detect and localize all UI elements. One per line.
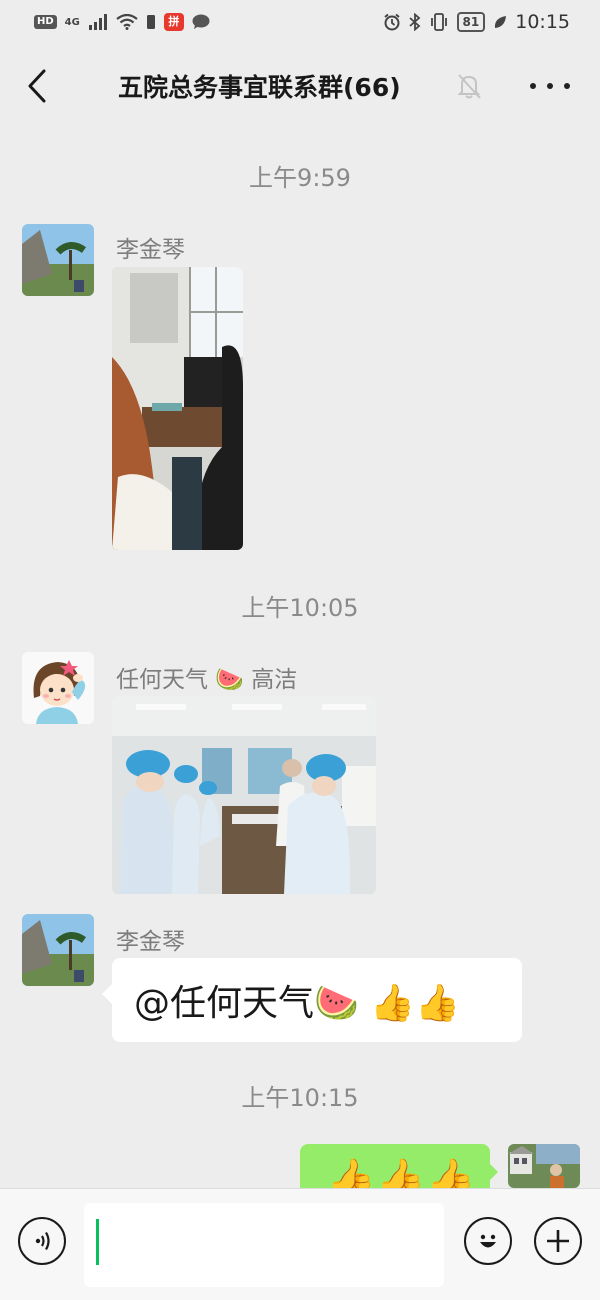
avatar[interactable] bbox=[22, 914, 94, 986]
landscape-avatar-image bbox=[22, 224, 94, 296]
voice-icon bbox=[35, 1231, 50, 1251]
cartoon-girl-avatar-image bbox=[22, 652, 94, 724]
chat-header: 五院总务事宜联系群(66) bbox=[0, 44, 600, 128]
wifi-icon bbox=[116, 14, 138, 30]
office-photo-image bbox=[112, 267, 243, 550]
sender-name: 李金琴 bbox=[116, 237, 185, 263]
more-dot bbox=[564, 83, 570, 89]
vibrate-icon bbox=[430, 13, 447, 31]
timestamp: 上午9:59 bbox=[249, 164, 351, 192]
smiley-icon bbox=[480, 1234, 496, 1248]
voice-button[interactable] bbox=[18, 1217, 66, 1265]
landscape-avatar-image bbox=[22, 914, 94, 986]
input-bar bbox=[0, 1188, 600, 1300]
network-label: 4G bbox=[64, 16, 80, 28]
more-dot bbox=[547, 83, 553, 89]
self-avatar[interactable] bbox=[508, 1144, 580, 1188]
self-avatar-image bbox=[508, 1144, 580, 1188]
alarm-icon bbox=[383, 13, 400, 31]
timestamp: 上午10:05 bbox=[241, 594, 359, 622]
bell-off-icon bbox=[457, 74, 481, 99]
status-left: HD 4G 拼 bbox=[34, 13, 210, 31]
status-right: 81 10:15 bbox=[383, 11, 570, 33]
image-message[interactable] bbox=[112, 696, 376, 894]
bluetooth-icon bbox=[408, 13, 420, 31]
timestamp: 上午10:15 bbox=[241, 1084, 359, 1112]
avatar[interactable] bbox=[22, 652, 94, 724]
meeting-photo-image bbox=[112, 696, 376, 894]
plus-icon bbox=[547, 1230, 569, 1252]
leaf-icon bbox=[495, 16, 507, 28]
message-text: @任何天气🍉 👍👍 bbox=[134, 983, 460, 1024]
back-button[interactable] bbox=[20, 66, 54, 106]
app-notification-icon: 拼 bbox=[163, 13, 184, 31]
avatar[interactable] bbox=[22, 224, 94, 296]
chat-title: 五院总务事宜联系群(66) bbox=[118, 73, 401, 102]
text-message-bubble[interactable]: @任何天气🍉 👍👍 bbox=[102, 958, 522, 1042]
sender-name: 李金琴 bbox=[116, 929, 185, 955]
plus-button[interactable] bbox=[534, 1217, 582, 1265]
chat-notification-icon bbox=[192, 14, 210, 29]
more-dot bbox=[530, 83, 536, 89]
emoji-button[interactable] bbox=[464, 1217, 512, 1265]
battery-indicator: 81 bbox=[456, 12, 486, 32]
bubble-tail bbox=[488, 1162, 498, 1182]
sim-icon bbox=[146, 15, 155, 29]
image-message[interactable] bbox=[112, 267, 243, 550]
sender-name: 任何天气 🍉 高洁 bbox=[116, 667, 298, 693]
status-bar: HD 4G 拼 81 10:15 bbox=[0, 0, 600, 44]
more-button[interactable] bbox=[530, 72, 570, 100]
clock: 10:15 bbox=[515, 11, 570, 33]
signal-icon bbox=[88, 14, 107, 30]
hd-badge: HD bbox=[34, 15, 57, 29]
message-input[interactable] bbox=[84, 1203, 444, 1287]
chevron-left-icon bbox=[28, 69, 46, 103]
text-cursor bbox=[96, 1219, 99, 1265]
